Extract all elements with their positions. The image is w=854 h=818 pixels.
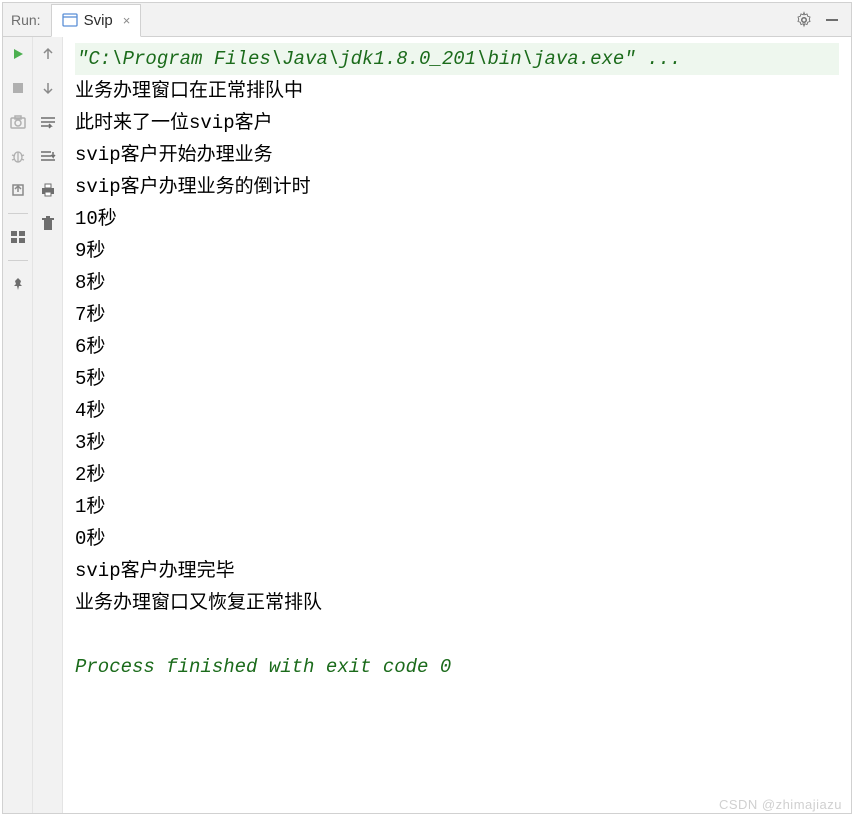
play-icon[interactable] bbox=[7, 43, 29, 65]
output-line: svip客户办理业务的倒计时 bbox=[75, 171, 839, 203]
print-icon[interactable] bbox=[37, 179, 59, 201]
exit-line: Process finished with exit code 0 bbox=[75, 651, 839, 683]
console-output[interactable]: "C:\Program Files\Java\jdk1.8.0_201\bin\… bbox=[63, 37, 851, 813]
run-toolbar-left bbox=[3, 37, 33, 813]
bug-icon[interactable] bbox=[7, 145, 29, 167]
output-line: 9秒 bbox=[75, 235, 839, 267]
arrow-up-icon[interactable] bbox=[37, 43, 59, 65]
output-line: 1秒 bbox=[75, 491, 839, 523]
output-line: 0秒 bbox=[75, 523, 839, 555]
output-line: 3秒 bbox=[75, 427, 839, 459]
watermark: CSDN @zhimajiazu bbox=[719, 797, 842, 812]
output-line: 此时来了一位svip客户 bbox=[75, 107, 839, 139]
run-tool-window: Run: Svip × bbox=[2, 2, 852, 814]
output-line: 2秒 bbox=[75, 459, 839, 491]
output-lines: 业务办理窗口在正常排队中此时来了一位svip客户svip客户开始办理业务svip… bbox=[75, 75, 839, 619]
layout-icon[interactable] bbox=[7, 226, 29, 248]
pin-icon[interactable] bbox=[7, 273, 29, 295]
gear-icon[interactable] bbox=[793, 9, 815, 31]
run-body: "C:\Program Files\Java\jdk1.8.0_201\bin\… bbox=[3, 37, 851, 813]
output-line: 业务办理窗口在正常排队中 bbox=[75, 75, 839, 107]
tab-label: Svip bbox=[84, 12, 113, 29]
application-icon bbox=[62, 12, 78, 28]
output-line: 10秒 bbox=[75, 203, 839, 235]
camera-icon[interactable] bbox=[7, 111, 29, 133]
output-line: 8秒 bbox=[75, 267, 839, 299]
export-icon[interactable] bbox=[7, 179, 29, 201]
close-tab-icon[interactable]: × bbox=[123, 13, 131, 28]
output-line: 4秒 bbox=[75, 395, 839, 427]
scroll-to-end-icon[interactable] bbox=[37, 145, 59, 167]
output-line: 7秒 bbox=[75, 299, 839, 331]
minimize-icon[interactable] bbox=[821, 9, 843, 31]
output-line: svip客户办理完毕 bbox=[75, 555, 839, 587]
separator bbox=[8, 260, 28, 261]
output-line: 6秒 bbox=[75, 331, 839, 363]
trash-icon[interactable] bbox=[37, 213, 59, 235]
command-line: "C:\Program Files\Java\jdk1.8.0_201\bin\… bbox=[75, 43, 839, 75]
console-toolbar bbox=[33, 37, 63, 813]
run-label: Run: bbox=[11, 12, 41, 28]
stop-icon[interactable] bbox=[7, 77, 29, 99]
separator bbox=[8, 213, 28, 214]
output-line: 业务办理窗口又恢复正常排队 bbox=[75, 587, 839, 619]
blank-line bbox=[75, 619, 839, 651]
soft-wrap-icon[interactable] bbox=[37, 111, 59, 133]
run-header: Run: Svip × bbox=[3, 3, 851, 37]
run-config-tab[interactable]: Svip × bbox=[51, 4, 142, 37]
output-line: svip客户开始办理业务 bbox=[75, 139, 839, 171]
arrow-down-icon[interactable] bbox=[37, 77, 59, 99]
output-line: 5秒 bbox=[75, 363, 839, 395]
